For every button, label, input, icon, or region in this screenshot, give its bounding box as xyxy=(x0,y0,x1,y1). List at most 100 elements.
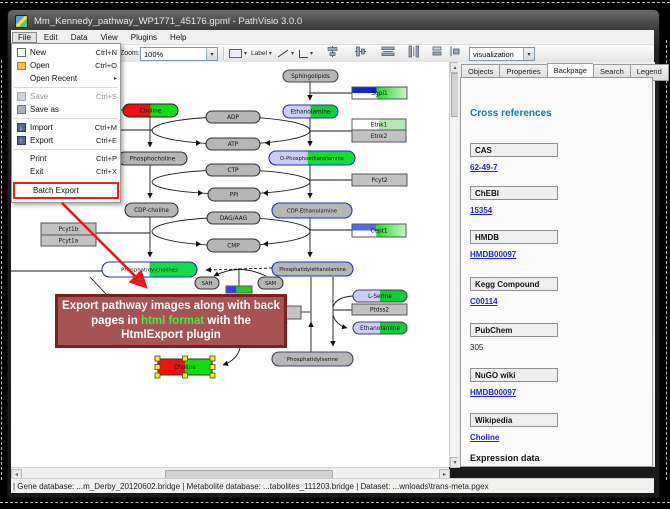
visualization-combobox[interactable]: visualization ▾ xyxy=(469,47,535,61)
backpage-section-kegg-compound: Kegg Compound C00114 xyxy=(470,277,640,309)
menu-item-shortcut: Ctrl+N xyxy=(96,48,117,57)
annotation-highlight: html format xyxy=(141,315,204,327)
window-title: Mm_Kennedy_pathway_WP1771_45176.gpml - P… xyxy=(34,16,302,27)
cross-references-heading: Cross references xyxy=(470,108,552,119)
backpage-section-cas: CAS 62-49-7 xyxy=(470,143,640,175)
menu-item-label: Open Recent xyxy=(30,74,114,83)
section-title: NuGO wiki xyxy=(470,368,558,382)
menu-separator xyxy=(14,118,118,119)
title-bar[interactable]: Mm_Kennedy_pathway_WP1771_45176.gpml - P… xyxy=(11,12,654,30)
zoom-dropdown-icon[interactable]: ▾ xyxy=(206,48,217,60)
chevron-down-icon[interactable]: ▾ xyxy=(269,50,272,57)
submenu-arrow-icon: ▸ xyxy=(114,75,117,82)
stack-vertical-icon xyxy=(431,45,443,58)
expression-data-heading: Expression data xyxy=(470,453,540,463)
file-menu-item-save[interactable]: SaveCtrl+S xyxy=(12,90,120,103)
section-title: Wikipedia xyxy=(470,413,558,427)
section-value: 305 xyxy=(470,343,483,352)
file-menu-item-import[interactable]: ↓ImportCtrl+M xyxy=(12,121,120,134)
file-menu-item-print[interactable]: PrintCtrl+P xyxy=(12,152,120,165)
connector-tool-button[interactable]: ▾ xyxy=(299,45,313,62)
file-menu-item-save-as[interactable]: Save as xyxy=(12,103,120,116)
status-bar: | Gene database: ...m_Derby_20120602.bri… xyxy=(11,478,654,493)
batch-export-highlight-box: Batch Export xyxy=(13,182,119,199)
line-tool-icon xyxy=(278,50,288,58)
section-value[interactable]: HMDB00097 xyxy=(470,250,516,259)
backpage-section-chebi: ChEBI 15354 xyxy=(470,186,640,218)
menubar-item-plugins[interactable]: Plugins xyxy=(125,32,163,43)
file-menu-item-batch-export[interactable]: Batch Export xyxy=(15,184,117,197)
menu-item-label: Save xyxy=(30,92,96,101)
screenshot-edge-left xyxy=(1,60,2,480)
menubar-item-view[interactable]: View xyxy=(95,32,124,43)
connector-tool-icon xyxy=(299,50,308,58)
backpage-panel: Cross references CAS 62-49-7 ChEBI 15354 HMD… xyxy=(460,77,653,467)
new-document-icon xyxy=(17,48,26,57)
menu-item-shortcut: Ctrl+X xyxy=(96,167,117,176)
menu-item-label: Open xyxy=(30,61,95,70)
backpage-section-nugo-wiki: NuGO wiki HMDB00097 xyxy=(470,368,640,400)
screenshot-edge-bottom xyxy=(0,502,670,503)
menu-item-shortcut: Ctrl+S xyxy=(96,92,117,101)
file-menu-item-new[interactable]: NewCtrl+N xyxy=(12,46,120,59)
section-title: ChEBI xyxy=(470,186,558,200)
section-title: PubChem xyxy=(470,323,558,337)
export-icon: ↑ xyxy=(17,136,26,145)
section-value[interactable]: 62-49-7 xyxy=(470,163,498,172)
gene-datanode-icon xyxy=(229,49,242,58)
section-title: HMDB xyxy=(470,230,558,244)
file-menu-item-exit[interactable]: ExitCtrl+X xyxy=(12,165,120,178)
stack-horizontal-icon xyxy=(449,45,461,58)
align-center-icon xyxy=(326,45,339,58)
section-title: Kegg Compound xyxy=(470,277,558,291)
zoom-value: 100% xyxy=(141,50,206,59)
app-icon xyxy=(15,15,28,28)
menu-item-label: Import xyxy=(30,123,95,132)
status-text: | Gene database: ...m_Derby_20120602.bri… xyxy=(11,482,489,491)
menu-item-shortcut: Ctrl+M xyxy=(95,123,117,132)
menubar-item-help[interactable]: Help xyxy=(164,32,192,43)
chevron-down-icon[interactable]: ▾ xyxy=(244,50,247,57)
menu-separator xyxy=(14,149,118,150)
distribute-horizontal-icon xyxy=(381,45,395,58)
save-icon xyxy=(17,92,26,101)
section-value[interactable]: 15354 xyxy=(470,206,492,215)
chevron-down-icon[interactable]: ▾ xyxy=(291,50,294,57)
menubar-item-edit[interactable]: Edit xyxy=(38,32,64,43)
section-title: CAS xyxy=(470,143,558,157)
menubar-item-file[interactable]: File xyxy=(12,32,37,43)
menu-item-shortcut: Ctrl+O xyxy=(95,61,117,70)
section-value[interactable]: C00114 xyxy=(470,297,498,306)
menu-item-label: Print xyxy=(30,154,96,163)
backpage-section-hmdb: HMDB HMDB00097 xyxy=(470,230,640,262)
backpage-section-wikipedia: Wikipedia Choline xyxy=(470,413,640,445)
menubar-item-data[interactable]: Data xyxy=(65,32,94,43)
section-value[interactable]: HMDB00097 xyxy=(470,388,516,397)
section-value[interactable]: Choline xyxy=(470,433,499,442)
toolbar-separator xyxy=(223,47,225,60)
screenshot-edge-right xyxy=(666,40,667,480)
label-tool-button[interactable]: Label ▾ xyxy=(251,45,272,62)
menu-item-shortcut: Ctrl+E xyxy=(96,136,117,145)
zoom-combobox[interactable]: 100% ▾ xyxy=(140,47,218,61)
label-tool-text: Label xyxy=(251,50,267,57)
screenshot-edge-top xyxy=(0,2,670,3)
gene-datanode-tool-button[interactable]: ▾ xyxy=(229,45,247,62)
file-menu-item-export[interactable]: ↑ExportCtrl+E xyxy=(12,134,120,147)
visualization-dropdown-icon[interactable]: ▾ xyxy=(523,48,534,60)
line-tool-button[interactable]: ▾ xyxy=(277,45,294,62)
side-panel: ObjectsPropertiesBackpageSearchLegend Cr… xyxy=(458,62,655,467)
backpage-section-pubchem: PubChem 305 xyxy=(470,323,640,355)
open-folder-icon xyxy=(17,62,26,70)
menu-item-label: Exit xyxy=(30,167,96,176)
menu-item-label: Batch Export xyxy=(33,186,114,195)
zoom-label: Zoom: xyxy=(120,45,140,62)
menu-item-shortcut: Ctrl+P xyxy=(96,154,117,163)
align-middle-icon xyxy=(354,45,367,58)
annotation-callout: Export pathway images along with back pa… xyxy=(55,294,287,348)
visualization-value: visualization xyxy=(470,50,523,59)
file-menu-popup: NewCtrl+NOpenCtrl+OOpen Recent▸SaveCtrl+… xyxy=(11,43,121,203)
file-menu-item-open-recent[interactable]: Open Recent▸ xyxy=(12,72,120,85)
file-menu-item-open[interactable]: OpenCtrl+O xyxy=(12,59,120,72)
chevron-down-icon[interactable]: ▾ xyxy=(310,50,313,57)
